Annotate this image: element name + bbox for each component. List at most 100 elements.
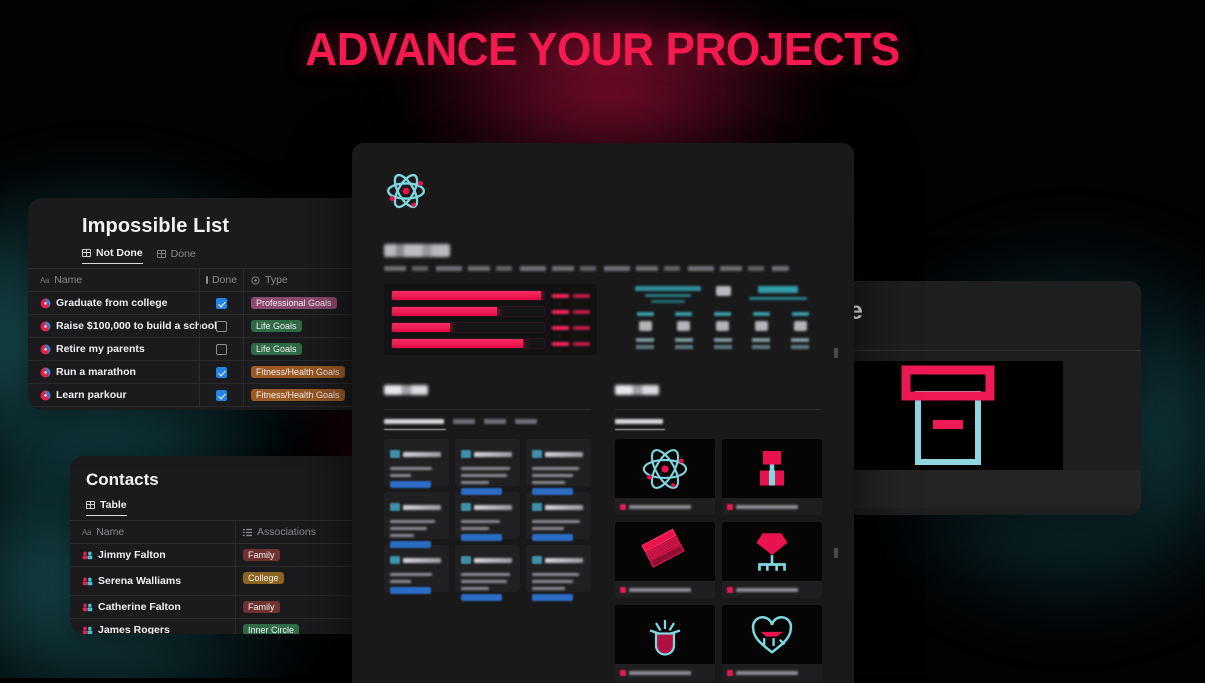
list-item[interactable] [455,545,520,602]
cell-done[interactable] [199,361,244,383]
list-item[interactable] [722,439,822,516]
tab-table-label: Table [100,499,127,511]
table-row[interactable]: Run a marathon Fitness/Health Goals [28,361,373,384]
contacts-tabs[interactable]: Table [70,490,370,516]
cell-done[interactable] [199,315,244,337]
cell-type[interactable]: Fitness/Health Goals [244,384,354,406]
cell-associations[interactable]: College [235,567,370,595]
cell-type[interactable]: Life Goals [244,338,354,360]
done-checkbox[interactable] [216,320,227,332]
brain-icon [620,669,626,676]
list-item[interactable] [722,522,822,599]
list-item[interactable] [384,545,449,595]
table-row[interactable]: Graduate from college Professional Goals [28,292,373,315]
lifetimes-panel[interactable] [352,143,854,683]
list-item[interactable] [455,439,520,496]
list-item[interactable] [526,492,591,542]
robot-icon [727,503,733,510]
list-item[interactable] [526,545,591,602]
cell-type[interactable]: Fitness/Health Goals [244,361,354,383]
cell-done[interactable] [199,384,244,406]
table-row[interactable]: Serena Walliams College [70,567,370,596]
vision-tab-active[interactable] [384,419,444,424]
card-text-line [390,519,435,524]
column-header-done[interactable]: Done [199,269,244,291]
list-item[interactable] [526,439,591,496]
weather-widget[interactable] [623,284,822,355]
card-tag [390,481,431,489]
target-emoji [40,344,51,354]
impossible-list-table: Aa Name Done Type Graduate from college P… [28,268,373,407]
done-checkbox[interactable] [216,297,227,309]
diamond-person-icon [727,586,733,593]
cell-associations[interactable]: Inner Circle [235,619,370,634]
table-icon [82,249,91,257]
cell-name[interactable]: Retire my parents [28,338,199,360]
atom-icon [620,503,626,510]
cell-associations[interactable]: Family [235,596,370,618]
impossible-list-tabs[interactable]: Not Done Done [28,238,373,264]
artists-tab-active[interactable] [615,419,663,424]
gallery-caption [615,664,715,681]
type-tag: Professional Goals [251,297,337,309]
card-tag [461,594,502,602]
drag-handle-top[interactable] [834,348,838,358]
tab-table[interactable]: Table [86,499,127,516]
vision-tab[interactable] [515,419,537,424]
card-text-line [461,579,507,584]
list-item[interactable] [455,492,520,542]
table-row[interactable]: James Rogers Inner Circle [70,619,370,634]
card-title-blurred [474,557,512,563]
cell-name[interactable]: Learn parkour [28,384,199,406]
multiselect-icon [243,528,252,536]
column-header-associations[interactable]: Associations [235,521,370,543]
tab-done[interactable]: Done [156,248,196,264]
card-icon [532,556,542,565]
list-item[interactable] [615,522,715,599]
done-checkbox[interactable] [216,366,227,378]
cell-name[interactable]: Catherine Falton [70,596,235,618]
cell-associations[interactable]: Family [235,544,370,566]
column-header-type[interactable]: Type [244,269,354,291]
archive-hero-card[interactable] [836,361,1063,470]
table-row[interactable]: Catherine Falton Family [70,596,370,619]
vision-tab[interactable] [484,419,506,424]
done-checkbox[interactable] [216,343,227,355]
table-row[interactable]: Raise $100,000 to build a school Life Goa… [28,315,373,338]
cell-name[interactable]: Graduate from college [28,292,199,314]
table-row[interactable]: Jimmy Falton Family [70,544,370,567]
drag-handle-bottom[interactable] [834,548,838,558]
vision-section-tabs[interactable] [384,419,591,424]
list-item[interactable] [384,439,449,489]
artists-section-tabs[interactable] [615,419,822,424]
cell-done[interactable] [199,338,244,360]
contacts-panel[interactable]: Contacts Table Aa Name Associations Jimm… [70,456,370,634]
list-item[interactable] [615,605,715,682]
vision-tab[interactable] [453,419,475,424]
cell-name[interactable]: Jimmy Falton [70,544,235,566]
heart-tools-icon [727,669,733,676]
list-item[interactable] [384,492,449,549]
cell-name[interactable]: Raise $100,000 to build a school [28,315,217,337]
cell-done[interactable] [199,292,244,314]
table-row[interactable]: Learn parkour Fitness/Health Goals [28,384,373,407]
cell-type[interactable]: Life Goals [244,315,354,337]
cell-type[interactable]: Professional Goals [244,292,354,314]
impossible-list-panel[interactable]: Impossible List Not Done Done Aa Name Do… [28,198,373,410]
section-divider [384,409,591,410]
row-name-label: Serena Walliams [98,575,182,587]
card-tag [532,594,573,602]
cell-name[interactable]: Serena Walliams [70,567,235,595]
cloud-icon [754,321,768,331]
column-header-name[interactable]: Aa Name [70,521,235,543]
cell-name[interactable]: Run a marathon [28,361,199,383]
aa-text-icon: Aa [40,275,50,285]
column-header-name[interactable]: Aa Name [28,269,199,291]
list-item[interactable] [615,439,715,516]
tab-not-done[interactable]: Not Done [82,247,143,264]
list-item[interactable] [722,605,822,682]
table-row[interactable]: Retire my parents Life Goals [28,338,373,361]
contacts-table: Aa Name Associations Jimmy Falton Family S… [70,520,370,634]
cell-name[interactable]: James Rogers [70,619,235,634]
done-checkbox[interactable] [216,389,227,401]
